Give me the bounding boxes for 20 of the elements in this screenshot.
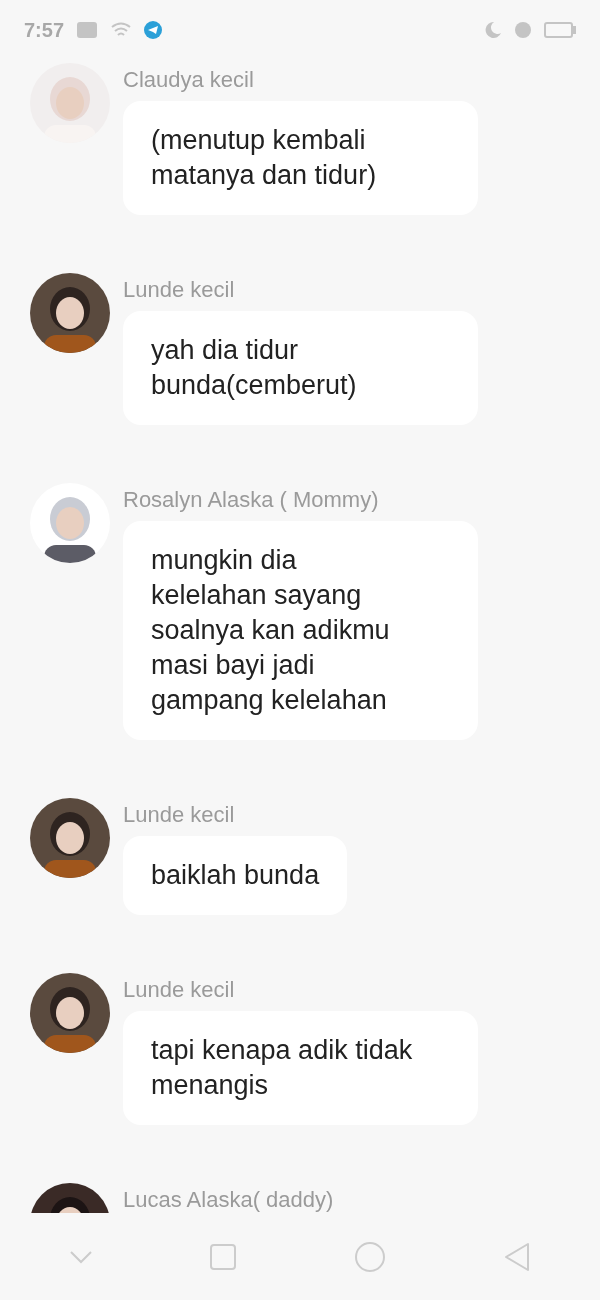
back-icon[interactable] xyxy=(503,1241,532,1272)
image-icon xyxy=(76,21,99,39)
moon-icon xyxy=(484,21,502,39)
message-bubble: (menutup kembali matanya dan tidur) xyxy=(123,101,478,215)
message-bubble: tapi kenapa adik tidak menangis xyxy=(123,1011,478,1125)
chevron-down-icon[interactable] xyxy=(68,1249,93,1264)
sender-name: Rosalyn Alaska ( Mommy) xyxy=(123,487,380,513)
message-bubble: baiklah bunda xyxy=(123,836,348,915)
battery-icon xyxy=(544,22,576,38)
message-bubble: mungkin dia kelelahan sayang soalnya kan adikmu masi bayi jadi gampang kelelahan xyxy=(123,521,478,740)
sender-name: Lucas Alaska( daddy) xyxy=(123,1187,334,1213)
sender-name: Lunde kecil xyxy=(123,802,236,828)
sender-name: Lunde kecil xyxy=(123,977,236,1003)
sender-name: Lunde kecil xyxy=(123,277,236,303)
status-time: 7:57 xyxy=(24,18,65,42)
sender-name: Claudya kecil xyxy=(123,67,255,93)
paper-plane-icon xyxy=(144,21,163,39)
message-bubble: yah dia tidur bunda(cemberut) xyxy=(123,311,478,425)
recents-icon[interactable] xyxy=(210,1243,237,1270)
home-icon[interactable] xyxy=(353,1240,386,1273)
